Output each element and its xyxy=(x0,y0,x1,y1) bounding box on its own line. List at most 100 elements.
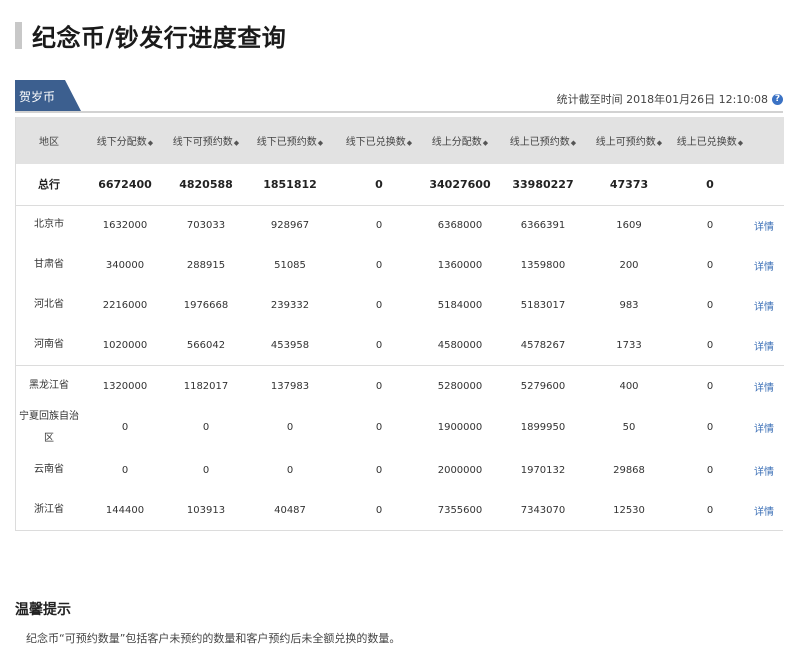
value-cell: 983 xyxy=(619,299,639,311)
column-header-detail xyxy=(750,117,784,164)
tab-hesuibi[interactable]: 贺岁币 xyxy=(15,80,81,111)
value-cell: 0 xyxy=(706,299,714,311)
region-cell: 总行 xyxy=(16,164,82,206)
tips-text: 纪念币“可预约数量”包括客户未预约的数量和客户预约后未全额兑换的数量。 xyxy=(26,632,401,645)
value-cell: 137983 xyxy=(244,365,336,406)
value-cell: 0 xyxy=(706,259,714,271)
column-header[interactable]: 线下已预约数◆ xyxy=(244,117,336,164)
column-header[interactable]: 线下已兑换数◆ xyxy=(336,117,422,164)
value-cell: 4580000 xyxy=(437,339,483,351)
stat-time-text: 统计截至时间 2018年01月26日 12:10:08 xyxy=(556,93,768,106)
column-header[interactable]: 线上可预约数◆ xyxy=(588,117,670,164)
tab-row: 贺岁币 统计截至时间 2018年01月26日 12:10:08 ? xyxy=(15,80,783,113)
region-cell: 甘肃省 xyxy=(34,259,64,271)
detail-link[interactable]: 详情 xyxy=(750,326,784,366)
value-cell: 0 xyxy=(121,464,129,476)
detail-link[interactable]: 详情 xyxy=(750,245,784,285)
value-cell: 0 xyxy=(375,299,383,311)
table-row-total: 总行 6672400 4820588 1851812 0 34027600 33980227… xyxy=(16,164,784,206)
column-header-label: 线上分配数 xyxy=(431,137,482,148)
value-cell: 7343070 xyxy=(520,504,566,516)
sort-icon[interactable]: ◆ xyxy=(407,139,412,147)
value-cell: 400 xyxy=(588,365,670,406)
value-cell: 2000000 xyxy=(437,464,483,476)
value-cell: 0 xyxy=(336,164,422,206)
region-cell: 云南省 xyxy=(34,464,64,476)
column-header-label: 线下分配数 xyxy=(96,137,147,148)
column-header[interactable]: 线下可预约数◆ xyxy=(168,117,244,164)
value-cell: 6672400 xyxy=(82,164,168,206)
column-header[interactable]: 线上已预约数◆ xyxy=(498,117,588,164)
value-cell: 12530 xyxy=(613,504,645,516)
value-cell: 103913 xyxy=(186,504,226,516)
value-cell: 1976668 xyxy=(183,299,229,311)
value-cell: 928967 xyxy=(270,219,310,231)
sort-icon[interactable]: ◆ xyxy=(738,139,743,147)
sort-icon[interactable]: ◆ xyxy=(318,139,323,147)
issue-progress-table: 地区 线下分配数◆ 线下可预约数◆ 线下已预约数◆ 线下已兑换数◆ 线上分配数◆ 线上已预约… xyxy=(15,117,784,532)
sort-icon[interactable]: ◆ xyxy=(234,139,239,147)
value-cell: 288915 xyxy=(186,259,226,271)
value-cell: 1733 xyxy=(616,339,642,351)
table-row: 甘肃省 340000 288915 51085 0 1360000 1359800 200 0 详… xyxy=(16,245,784,285)
value-cell: 4578267 xyxy=(520,339,566,351)
value-cell: 703033 xyxy=(186,219,226,231)
value-cell: 0 xyxy=(706,422,714,434)
region-cell: 河北省 xyxy=(34,299,64,311)
value-cell: 5279600 xyxy=(498,365,588,406)
detail-link[interactable]: 详情 xyxy=(750,205,784,245)
table-row: 河北省 2216000 1976668 239332 0 5184000 5183017 98… xyxy=(16,285,784,325)
detail-link[interactable]: 详情 xyxy=(750,406,784,450)
table-header-row: 地区 线下分配数◆ 线下可预约数◆ 线下已预约数◆ 线下已兑换数◆ 线上分配数◆ 线上已预约… xyxy=(16,117,784,164)
value-cell: 1020000 xyxy=(102,339,148,351)
sort-icon[interactable]: ◆ xyxy=(148,139,153,147)
detail-link[interactable]: 详情 xyxy=(750,450,784,490)
sort-icon[interactable]: ◆ xyxy=(657,139,662,147)
detail-link[interactable]: 详情 xyxy=(750,490,784,530)
value-cell: 0 xyxy=(375,422,383,434)
value-cell: 340000 xyxy=(105,259,145,271)
region-cell: 宁夏回族自治区 xyxy=(19,410,79,444)
value-cell: 5183017 xyxy=(520,299,566,311)
table-row: 北京市 1632000 703033 928967 0 6368000 6366391 160… xyxy=(16,205,784,245)
value-cell: 4820588 xyxy=(168,164,244,206)
value-cell: 1182017 xyxy=(168,365,244,406)
value-cell: 1360000 xyxy=(437,259,483,271)
value-cell: 0 xyxy=(706,219,714,231)
column-header[interactable]: 线上分配数◆ xyxy=(422,117,498,164)
value-cell: 29868 xyxy=(613,464,645,476)
value-cell: 144400 xyxy=(105,504,145,516)
column-header-label: 地区 xyxy=(39,137,59,148)
table-body: 总行 6672400 4820588 1851812 0 34027600 33980227… xyxy=(16,164,784,530)
value-cell: 0 xyxy=(706,339,714,351)
value-cell: 51085 xyxy=(274,259,306,271)
stat-time: 统计截至时间 2018年01月26日 12:10:08 ? xyxy=(557,91,783,107)
value-cell: 0 xyxy=(336,365,422,406)
page-title: 纪念币/钞发行进度查询 xyxy=(32,23,287,52)
sort-icon[interactable]: ◆ xyxy=(571,139,576,147)
value-cell: 0 xyxy=(202,422,210,434)
region-cell: 浙江省 xyxy=(34,504,64,516)
value-cell: 5280000 xyxy=(422,365,498,406)
value-cell: 1851812 xyxy=(244,164,336,206)
detail-link[interactable]: 详情 xyxy=(750,285,784,325)
value-cell: 6368000 xyxy=(437,219,483,231)
value-cell: 0 xyxy=(375,504,383,516)
sort-icon[interactable]: ◆ xyxy=(483,139,488,147)
value-cell: 0 xyxy=(375,219,383,231)
column-header[interactable]: 线上已兑换数◆ xyxy=(670,117,750,164)
value-cell: 0 xyxy=(286,422,294,434)
value-cell: 34027600 xyxy=(422,164,498,206)
column-header-label: 线下已预约数 xyxy=(256,137,317,148)
region-cell: 河南省 xyxy=(34,339,64,351)
value-cell: 0 xyxy=(670,164,750,206)
column-header: 地区 xyxy=(16,117,82,164)
help-icon[interactable]: ? xyxy=(772,93,783,105)
value-cell: 1899950 xyxy=(520,422,566,434)
value-cell: 50 xyxy=(622,422,636,434)
column-header[interactable]: 线下分配数◆ xyxy=(82,117,168,164)
value-cell: 0 xyxy=(706,464,714,476)
tab-label: 贺岁币 xyxy=(19,90,56,104)
value-cell: 33980227 xyxy=(498,164,588,206)
detail-link[interactable]: 详情 xyxy=(750,365,784,406)
